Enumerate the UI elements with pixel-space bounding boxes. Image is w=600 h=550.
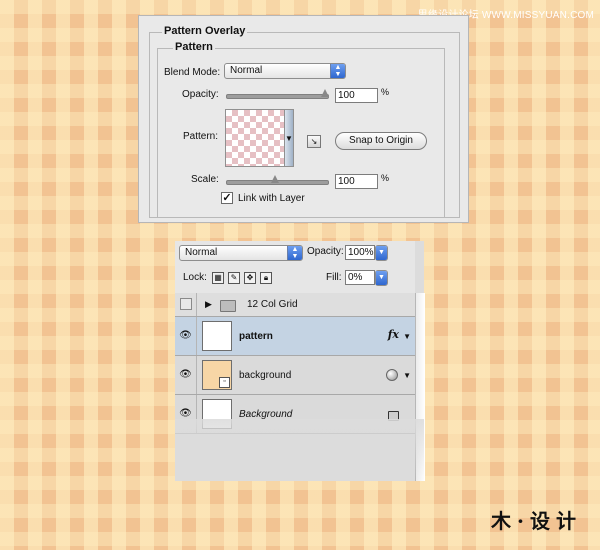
layer-blend-mode-select[interactable]: Normal ▲ ▼ [179,245,303,261]
lock-all-icon[interactable]: 🔒︎ [260,272,272,284]
layer-opacity-input[interactable]: 100% [345,245,375,260]
visibility-toggle[interactable]: 👁︎ [175,356,197,394]
link-with-layer-checkbox[interactable]: ✓ [221,192,233,204]
layer-name: Background [239,409,293,420]
visibility-toggle[interactable]: 👁︎ [175,317,197,355]
blend-mode-select[interactable]: Normal ▲ ▼ [224,63,346,79]
smart-object-badge-icon: ▫ [219,377,230,388]
layer-thumbnail [202,321,232,351]
layer-name: background [239,370,292,381]
layers-toolbar: Normal ▲ ▼ Opacity: 100% ▼ Lock: ▦ ✎ ✥ 🔒︎… [175,241,415,294]
layer-thumbnail: ▫ [202,360,232,390]
eye-icon: 👁︎ [179,330,192,341]
scale-input[interactable]: 100 [335,174,378,189]
lock-transparent-pixels-icon[interactable]: ▦ [212,272,224,284]
layer-opacity-label: Opacity: [307,246,344,257]
layer-name: 12 Col Grid [247,299,298,310]
layer-row-background-locked[interactable]: 👁︎ Background [175,395,415,434]
pattern-overlay-dialog: Pattern Overlay Pattern Blend Mode: Norm… [138,15,469,223]
link-with-layer-label: Link with Layer [238,193,305,204]
scale-unit: % [381,173,390,183]
fx-icon[interactable]: fx [388,328,399,341]
visibility-toggle[interactable] [175,293,197,316]
expand-effects-icon[interactable]: ▼ [403,371,411,380]
fill-input[interactable]: 0% [345,270,375,285]
chevron-down-icon: ▼ [376,246,387,260]
empty-visibility-box [180,298,192,310]
layers-scrollbar[interactable] [415,293,425,481]
lock-position-icon[interactable]: ✥ [244,272,256,284]
blend-mode-label: Blend Mode: [164,67,221,78]
pattern-swatch[interactable] [225,109,285,167]
layer-blend-mode-value: Normal [185,247,218,258]
pattern-label: Pattern: [183,131,219,142]
lock-icon [388,411,399,421]
brand-signature: 木·设计 [491,509,582,533]
chevron-down-icon: ▼ [376,271,387,285]
new-preset-icon[interactable]: ↘ [307,135,321,148]
snap-to-origin-button[interactable]: Snap to Origin [335,132,427,150]
folder-icon [220,300,236,312]
layers-panel: Normal ▲ ▼ Opacity: 100% ▼ Lock: ▦ ✎ ✥ 🔒︎… [175,241,425,481]
expand-effects-icon[interactable]: ▼ [403,332,411,341]
fill-label: Fill: [326,272,342,283]
chevron-updown-icon: ▲ ▼ [330,64,345,78]
eye-icon: 👁︎ [179,408,192,419]
section-title: Pattern Overlay [162,25,248,37]
scale-label: Scale: [191,174,219,185]
fill-dropdown[interactable]: ▼ [375,270,388,286]
pattern-picker-arrow-icon[interactable]: ▼ [284,109,294,167]
layer-thumbnail [202,399,232,429]
opacity-slider-thumb[interactable] [321,89,329,97]
chevron-updown-icon: ▲ ▼ [287,246,302,260]
lock-image-pixels-icon[interactable]: ✎ [228,272,240,284]
visibility-toggle[interactable]: 👁︎ [175,395,197,433]
group-title: Pattern [173,41,215,53]
opacity-unit: % [381,87,390,97]
scale-slider-thumb[interactable] [271,175,279,183]
opacity-slider[interactable] [226,94,329,99]
layer-row-background-smart[interactable]: 👁︎ ▫ background ▼ [175,356,415,395]
layer-opacity-dropdown[interactable]: ▼ [375,245,388,261]
lock-label: Lock: [183,272,207,283]
blend-mode-value: Normal [230,65,263,76]
opacity-label: Opacity: [182,89,219,100]
layer-row-pattern[interactable]: 👁︎ pattern fx ▼ [175,317,415,356]
layer-name: pattern [239,331,273,342]
disclosure-triangle-icon[interactable]: ▶ [205,299,212,310]
effects-badge-icon[interactable] [386,369,398,381]
opacity-input[interactable]: 100 [335,88,378,103]
eye-icon: 👁︎ [179,369,192,380]
layer-row-group[interactable]: ▶ 12 Col Grid [175,293,415,317]
